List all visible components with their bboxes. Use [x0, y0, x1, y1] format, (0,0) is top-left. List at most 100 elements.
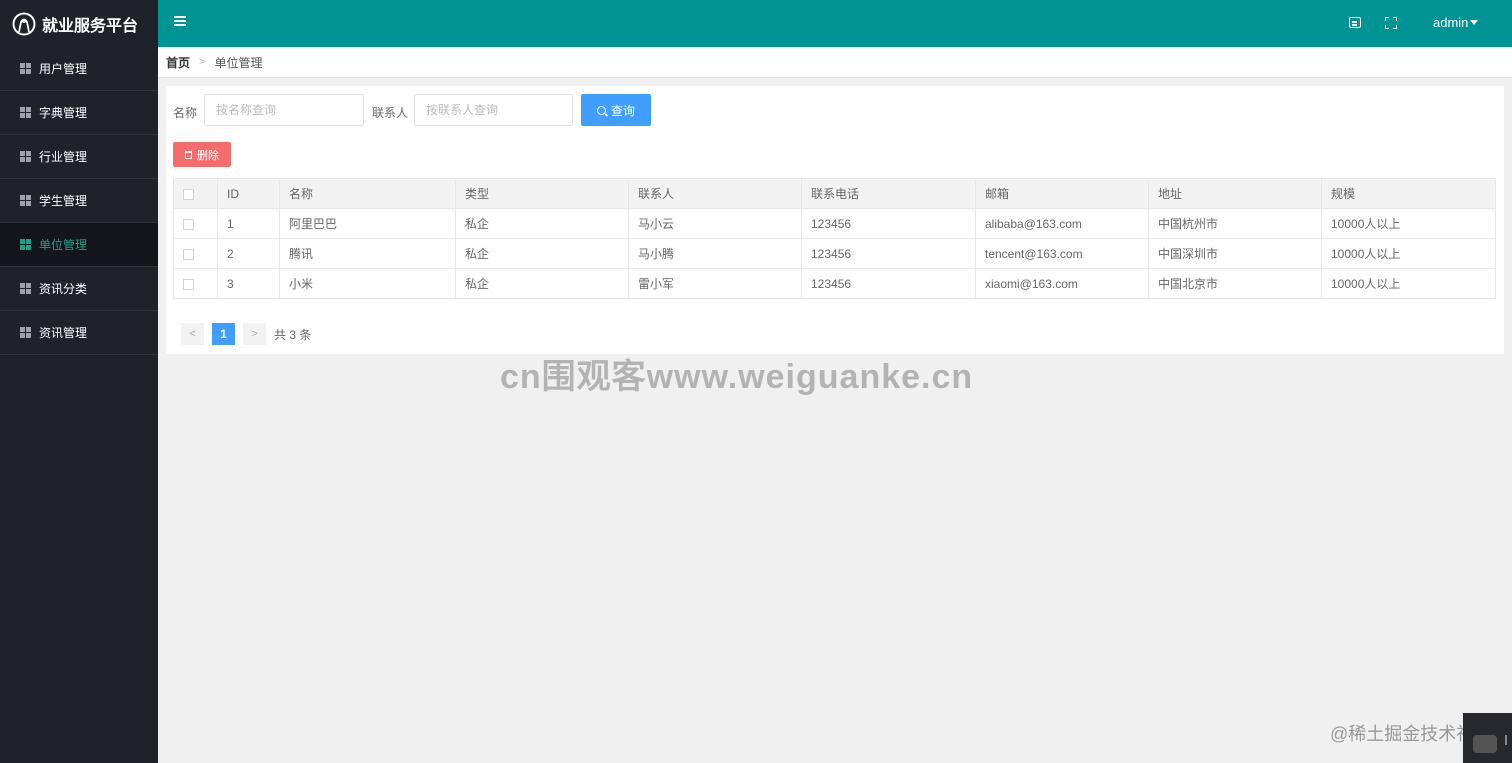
sidebar-item[interactable]: 单位管理 — [0, 223, 158, 267]
table-cell: 10000人以上 — [1321, 238, 1496, 269]
table-cell: 10000人以上 — [1321, 208, 1496, 239]
sidebar-item-label: 资讯管理 — [39, 326, 88, 340]
breadcrumb-home[interactable]: 首页 — [166, 54, 190, 71]
table-cell: 1 — [217, 208, 280, 239]
contact-label: 联系人 — [372, 106, 409, 120]
table-cell: 雷小军 — [628, 268, 802, 299]
table-cell: 123456 — [801, 238, 976, 269]
sidebar-item-label: 资讯分类 — [39, 282, 88, 296]
row-select-cell — [173, 208, 218, 239]
table-cell: 私企 — [455, 208, 629, 239]
current-page[interactable]: 1 — [212, 323, 235, 345]
table-cell: 2 — [217, 238, 280, 269]
select-all-cell — [173, 178, 218, 209]
sidebar-item-label: 单位管理 — [39, 238, 88, 252]
top-header: admin — [158, 0, 1512, 47]
row-checkbox[interactable] — [183, 248, 194, 260]
table-row[interactable]: 2 腾讯 私企 马小腾 123456 tencent@163.com 中国深圳市 10000人… — [173, 238, 1496, 269]
table-cell: 中国杭州市 — [1148, 208, 1322, 239]
name-search-input[interactable]: 按名称查询 — [204, 94, 364, 126]
sidebar-item[interactable]: 字典管理 — [0, 91, 158, 135]
app-title: 就业服务平台 — [42, 17, 139, 35]
col-header: 联系人 — [628, 178, 802, 209]
table-header-row: ID 名称 类型 联系人 联系电话 邮箱 地址 规模 — [173, 178, 1496, 209]
user-name: admin — [1433, 15, 1469, 30]
pagination: < 1 > 共 3 条 — [181, 323, 311, 345]
content-panel: 名称 按名称查询 联系人 按联系人查询 查询 删除 ID 名称 类型 联系人 联… — [166, 86, 1504, 354]
table-cell: 10000人以上 — [1321, 268, 1496, 299]
table-row[interactable]: 1 阿里巴巴 私企 马小云 123456 alibaba@163.com 中国杭州市 1000… — [173, 208, 1496, 239]
more-icon — [1505, 735, 1507, 745]
grid-icon — [20, 63, 31, 74]
sidebar-item-label: 字典管理 — [39, 106, 88, 120]
company-table: ID 名称 类型 联系人 联系电话 邮箱 地址 规模 1 阿里巴巴 私企 马小云 123… — [173, 178, 1496, 299]
table-cell: alibaba@163.com — [975, 208, 1149, 239]
table-cell: 小米 — [279, 268, 456, 299]
table-cell: 私企 — [455, 238, 629, 269]
sidebar-item[interactable]: 资讯分类 — [0, 267, 158, 311]
delete-button[interactable]: 删除 — [173, 142, 231, 167]
table-cell: 3 — [217, 268, 280, 299]
trash-icon — [185, 150, 192, 159]
user-menu[interactable]: admin — [1433, 15, 1479, 30]
sidebar: 就业服务平台 用户管理字典管理行业管理学生管理单位管理资讯分类资讯管理 — [0, 0, 158, 763]
col-header: 地址 — [1148, 178, 1322, 209]
prev-page-icon[interactable]: < — [181, 323, 204, 345]
breadcrumb: 首页 > 单位管理 — [158, 47, 1512, 78]
delete-button-label: 删除 — [197, 149, 219, 162]
widget-icon — [1473, 735, 1497, 753]
logo-icon — [12, 12, 36, 35]
table-cell: 马小云 — [628, 208, 802, 239]
sidebar-item-label: 用户管理 — [39, 62, 88, 76]
caret-down-icon — [1470, 20, 1479, 25]
col-header: ID — [217, 178, 280, 209]
search-button-label: 查询 — [610, 103, 635, 118]
name-label: 名称 — [173, 106, 198, 120]
sidebar-item[interactable]: 用户管理 — [0, 47, 158, 91]
sidebar-item-label: 学生管理 — [39, 194, 88, 208]
search-button[interactable]: 查询 — [581, 94, 651, 126]
table-cell: 腾讯 — [279, 238, 456, 269]
floating-widget[interactable] — [1463, 713, 1512, 763]
col-header: 联系电话 — [801, 178, 976, 209]
table-cell: 中国深圳市 — [1148, 238, 1322, 269]
select-all-checkbox[interactable] — [183, 188, 194, 200]
table-cell: tencent@163.com — [975, 238, 1149, 269]
sidebar-item[interactable]: 行业管理 — [0, 135, 158, 179]
grid-icon — [20, 107, 31, 118]
col-header: 类型 — [455, 178, 629, 209]
table-cell: 中国北京市 — [1148, 268, 1322, 299]
message-icon[interactable] — [1349, 17, 1361, 28]
table-row[interactable]: 3 小米 私企 雷小军 123456 xiaomi@163.com 中国北京市 10000人以… — [173, 268, 1496, 299]
search-icon — [596, 105, 606, 115]
row-checkbox[interactable] — [183, 278, 194, 290]
chevron-right-icon: > — [199, 56, 206, 68]
table-cell: 123456 — [801, 268, 976, 299]
col-header: 名称 — [279, 178, 456, 209]
contact-search-input[interactable]: 按联系人查询 — [414, 94, 573, 126]
grid-icon — [20, 327, 31, 338]
menu-toggle-icon[interactable] — [174, 16, 186, 28]
breadcrumb-current: 单位管理 — [214, 55, 263, 70]
sidebar-item[interactable]: 学生管理 — [0, 179, 158, 223]
grid-icon — [20, 195, 31, 206]
row-select-cell — [173, 238, 218, 269]
next-page-icon[interactable]: > — [243, 323, 266, 345]
app-logo[interactable]: 就业服务平台 — [0, 0, 158, 47]
total-count: 共 3 条 — [274, 327, 312, 342]
table-cell: 阿里巴巴 — [279, 208, 456, 239]
grid-icon — [20, 151, 31, 162]
sidebar-item[interactable]: 资讯管理 — [0, 311, 158, 355]
table-cell: 123456 — [801, 208, 976, 239]
fullscreen-icon[interactable] — [1385, 17, 1397, 29]
grid-icon — [20, 283, 31, 294]
table-cell: 私企 — [455, 268, 629, 299]
table-cell: 马小腾 — [628, 238, 802, 269]
sidebar-item-label: 行业管理 — [39, 150, 88, 164]
row-checkbox[interactable] — [183, 218, 194, 230]
row-select-cell — [173, 268, 218, 299]
col-header: 邮箱 — [975, 178, 1149, 209]
col-header: 规模 — [1321, 178, 1496, 209]
table-cell: xiaomi@163.com — [975, 268, 1149, 299]
grid-icon — [20, 239, 31, 250]
